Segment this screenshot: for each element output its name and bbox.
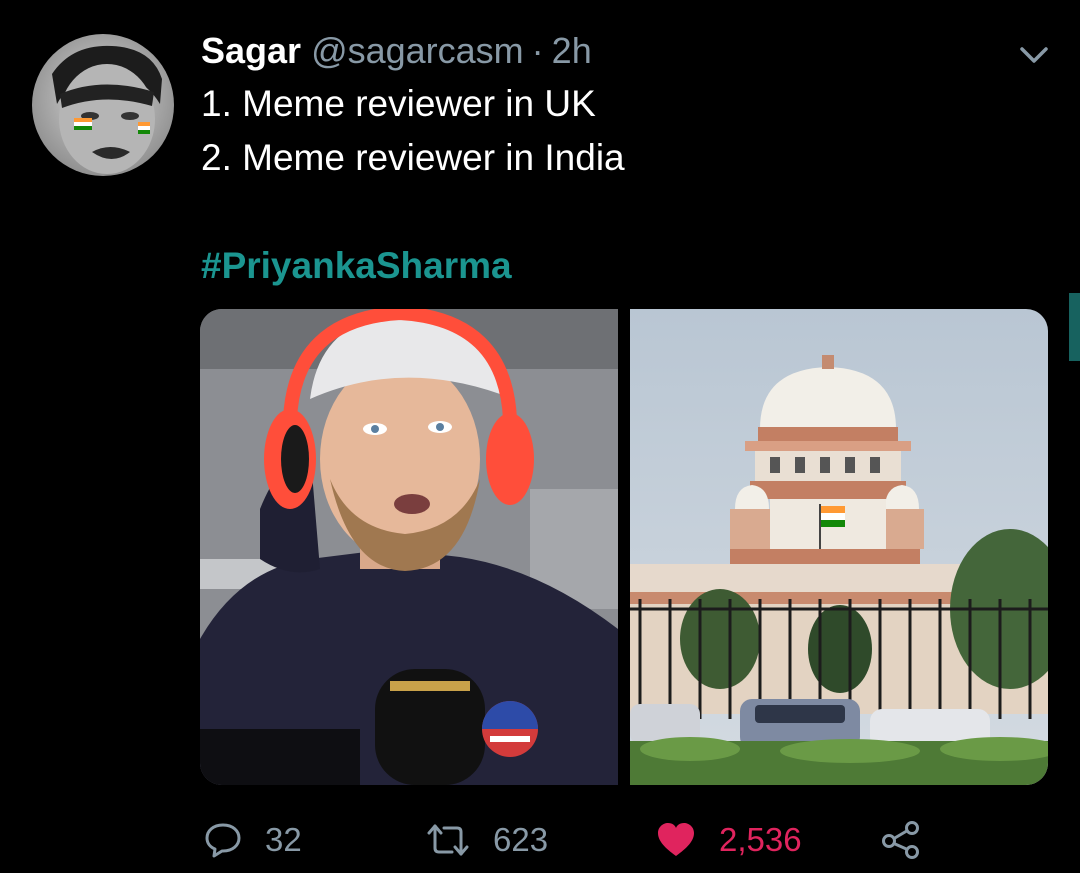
supreme-court-building-photo [630,309,1048,785]
reply-button[interactable]: 32 [203,812,302,868]
retweet-count: 623 [493,821,549,858]
tweet-text-line: 1. Meme reviewer in UK [201,83,596,124]
separator-dot: · [531,30,544,71]
retweet-button[interactable]: 623 [425,812,548,868]
reply-bubble-icon [205,823,241,858]
avatar-photo [32,34,174,176]
share-icon [882,821,919,859]
like-count: 2,536 [719,821,802,858]
media-image-left[interactable] [200,309,618,785]
tweet-header: Sagar @sagarcasm · 2h [201,26,592,76]
media-grid [200,309,1048,785]
tweet-timestamp[interactable]: 2h [552,30,592,72]
display-name[interactable]: Sagar [201,30,301,72]
chevron-down-icon [1020,47,1048,63]
reply-count: 32 [265,821,302,858]
retweet-arrows-icon [427,824,469,856]
scroll-indicator [1069,293,1080,361]
heart-icon [658,823,694,856]
user-handle[interactable]: @sagarcasm [311,30,524,72]
tweet-text-line: 2. Meme reviewer in India [201,137,625,178]
hashtag-link[interactable]: #PriyankaSharma [201,244,512,288]
like-button[interactable]: 2,536 [655,812,802,868]
tweet-action-bar: 32 623 2,536 [0,812,1080,868]
avatar[interactable] [32,34,174,176]
share-button[interactable] [880,812,922,868]
media-image-right[interactable] [630,309,1048,785]
more-options-button[interactable] [1012,36,1056,72]
streamer-with-headphones-photo [200,309,618,785]
